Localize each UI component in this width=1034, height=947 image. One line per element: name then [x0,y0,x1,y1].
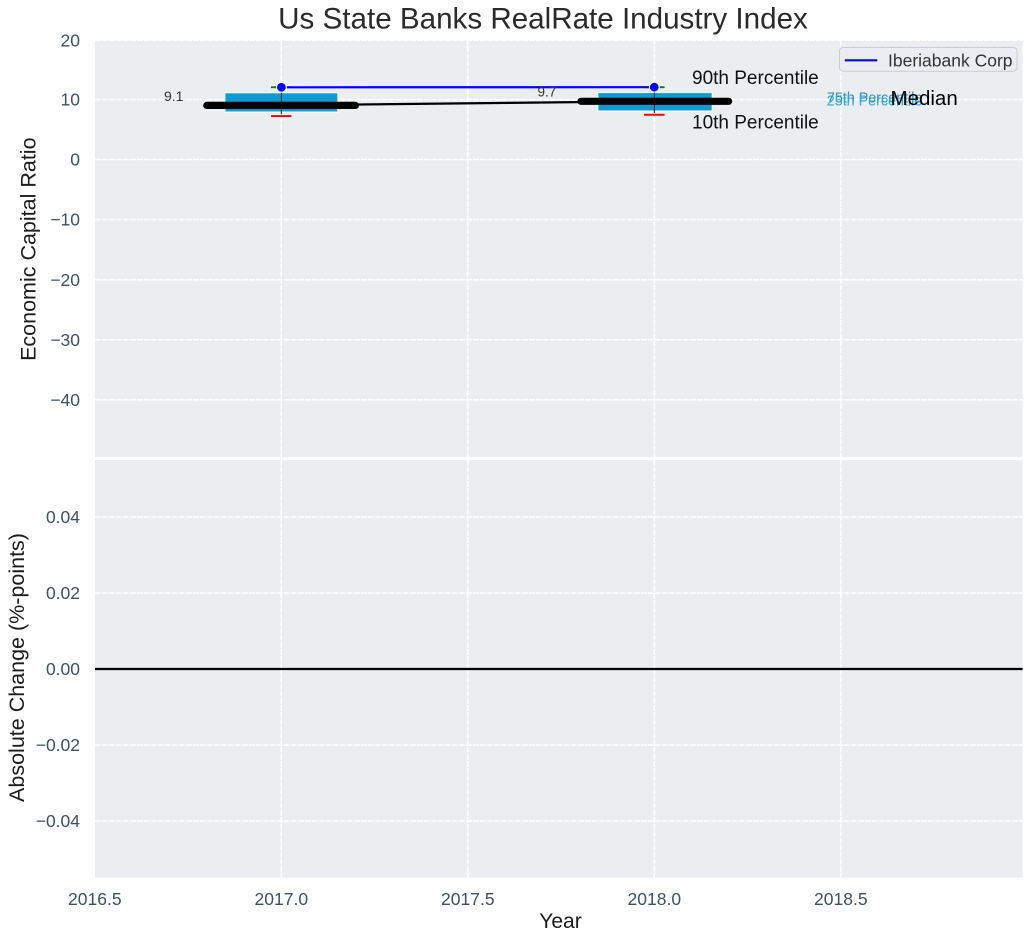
svg-text:−0.04: −0.04 [36,811,81,831]
svg-text:−30: −30 [50,330,80,350]
svg-text:9.1: 9.1 [164,88,184,104]
svg-text:2017.0: 2017.0 [255,889,309,909]
svg-text:2018.0: 2018.0 [628,889,682,909]
svg-text:0.04: 0.04 [46,507,80,527]
svg-text:Median: Median [891,87,958,110]
svg-text:0.02: 0.02 [46,583,80,603]
svg-text:2016.5: 2016.5 [68,889,122,909]
svg-text:10th Percentile: 10th Percentile [692,113,819,134]
svg-text:9.7: 9.7 [538,85,557,100]
svg-text:Absolute Change (%-points): Absolute Change (%-points) [5,533,29,802]
svg-text:0: 0 [70,150,80,170]
svg-text:Iberiabank Corp: Iberiabank Corp [888,50,1013,70]
svg-text:2018.5: 2018.5 [814,889,868,909]
svg-text:−20: −20 [50,270,80,290]
svg-text:Year: Year [539,910,581,933]
svg-text:−40: −40 [50,390,80,410]
svg-text:Economic Capital Ratio: Economic Capital Ratio [16,137,40,361]
svg-text:−10: −10 [50,210,80,230]
svg-text:Us State Banks RealRate Indust: Us State Banks RealRate Industry Index [278,2,808,35]
svg-text:10: 10 [61,90,81,110]
svg-text:0.00: 0.00 [46,659,80,679]
svg-text:2017.5: 2017.5 [441,889,495,909]
svg-text:20: 20 [61,30,81,50]
svg-text:−0.02: −0.02 [36,735,80,755]
svg-text:90th Percentile: 90th Percentile [692,68,819,89]
